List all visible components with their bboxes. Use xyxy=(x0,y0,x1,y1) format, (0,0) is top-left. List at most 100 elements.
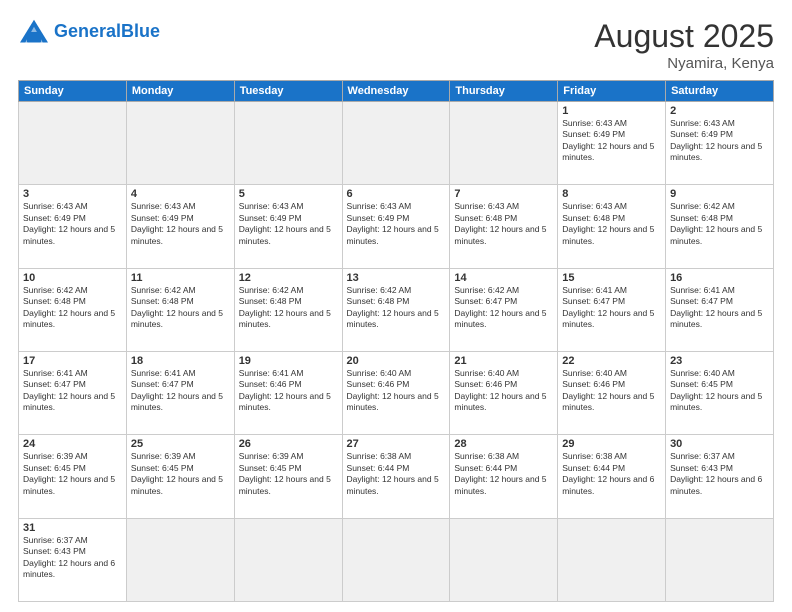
location: Nyamira, Kenya xyxy=(594,55,774,72)
day-number: 9 xyxy=(670,188,769,200)
day-number: 26 xyxy=(239,438,338,450)
day-info: Sunrise: 6:38 AM Sunset: 6:44 PM Dayligh… xyxy=(347,451,446,497)
day-of-week-header: Monday xyxy=(126,81,234,102)
calendar-cell: 29Sunrise: 6:38 AM Sunset: 6:44 PM Dayli… xyxy=(558,435,666,518)
calendar-cell: 30Sunrise: 6:37 AM Sunset: 6:43 PM Dayli… xyxy=(666,435,774,518)
day-number: 18 xyxy=(131,355,230,367)
day-number: 3 xyxy=(23,188,122,200)
calendar-cell: 12Sunrise: 6:42 AM Sunset: 6:48 PM Dayli… xyxy=(234,268,342,351)
day-of-week-header: Saturday xyxy=(666,81,774,102)
day-number: 25 xyxy=(131,438,230,450)
day-of-week-header: Thursday xyxy=(450,81,558,102)
calendar-cell: 31Sunrise: 6:37 AM Sunset: 6:43 PM Dayli… xyxy=(19,518,127,601)
calendar-cell: 4Sunrise: 6:43 AM Sunset: 6:49 PM Daylig… xyxy=(126,185,234,268)
day-info: Sunrise: 6:42 AM Sunset: 6:48 PM Dayligh… xyxy=(347,285,446,331)
day-of-week-header: Friday xyxy=(558,81,666,102)
calendar-cell: 26Sunrise: 6:39 AM Sunset: 6:45 PM Dayli… xyxy=(234,435,342,518)
calendar-cell xyxy=(234,102,342,185)
day-info: Sunrise: 6:40 AM Sunset: 6:46 PM Dayligh… xyxy=(454,368,553,414)
day-number: 13 xyxy=(347,272,446,284)
calendar-cell xyxy=(126,102,234,185)
calendar-cell: 28Sunrise: 6:38 AM Sunset: 6:44 PM Dayli… xyxy=(450,435,558,518)
calendar-cell xyxy=(234,518,342,601)
calendar-cell: 18Sunrise: 6:41 AM Sunset: 6:47 PM Dayli… xyxy=(126,351,234,434)
calendar-cell: 19Sunrise: 6:41 AM Sunset: 6:46 PM Dayli… xyxy=(234,351,342,434)
day-info: Sunrise: 6:42 AM Sunset: 6:48 PM Dayligh… xyxy=(23,285,122,331)
calendar-cell: 14Sunrise: 6:42 AM Sunset: 6:47 PM Dayli… xyxy=(450,268,558,351)
calendar-cell: 15Sunrise: 6:41 AM Sunset: 6:47 PM Dayli… xyxy=(558,268,666,351)
day-number: 4 xyxy=(131,188,230,200)
day-info: Sunrise: 6:38 AM Sunset: 6:44 PM Dayligh… xyxy=(454,451,553,497)
day-info: Sunrise: 6:43 AM Sunset: 6:49 PM Dayligh… xyxy=(23,201,122,247)
day-info: Sunrise: 6:43 AM Sunset: 6:49 PM Dayligh… xyxy=(347,201,446,247)
page: GeneralBlue August 2025 Nyamira, Kenya S… xyxy=(0,0,792,612)
day-info: Sunrise: 6:41 AM Sunset: 6:47 PM Dayligh… xyxy=(670,285,769,331)
calendar-cell: 17Sunrise: 6:41 AM Sunset: 6:47 PM Dayli… xyxy=(19,351,127,434)
calendar-cell xyxy=(126,518,234,601)
calendar-cell xyxy=(666,518,774,601)
day-info: Sunrise: 6:41 AM Sunset: 6:46 PM Dayligh… xyxy=(239,368,338,414)
day-info: Sunrise: 6:38 AM Sunset: 6:44 PM Dayligh… xyxy=(562,451,661,497)
day-info: Sunrise: 6:41 AM Sunset: 6:47 PM Dayligh… xyxy=(131,368,230,414)
day-info: Sunrise: 6:41 AM Sunset: 6:47 PM Dayligh… xyxy=(23,368,122,414)
day-info: Sunrise: 6:42 AM Sunset: 6:47 PM Dayligh… xyxy=(454,285,553,331)
day-info: Sunrise: 6:43 AM Sunset: 6:48 PM Dayligh… xyxy=(562,201,661,247)
calendar-cell: 1Sunrise: 6:43 AM Sunset: 6:49 PM Daylig… xyxy=(558,102,666,185)
day-number: 31 xyxy=(23,522,122,534)
day-number: 6 xyxy=(347,188,446,200)
day-number: 30 xyxy=(670,438,769,450)
calendar-cell: 11Sunrise: 6:42 AM Sunset: 6:48 PM Dayli… xyxy=(126,268,234,351)
day-number: 10 xyxy=(23,272,122,284)
day-info: Sunrise: 6:43 AM Sunset: 6:49 PM Dayligh… xyxy=(239,201,338,247)
day-info: Sunrise: 6:43 AM Sunset: 6:48 PM Dayligh… xyxy=(454,201,553,247)
day-number: 14 xyxy=(454,272,553,284)
day-of-week-header: Tuesday xyxy=(234,81,342,102)
calendar-cell: 16Sunrise: 6:41 AM Sunset: 6:47 PM Dayli… xyxy=(666,268,774,351)
calendar-cell xyxy=(19,102,127,185)
day-number: 17 xyxy=(23,355,122,367)
day-info: Sunrise: 6:43 AM Sunset: 6:49 PM Dayligh… xyxy=(131,201,230,247)
calendar-cell: 25Sunrise: 6:39 AM Sunset: 6:45 PM Dayli… xyxy=(126,435,234,518)
day-number: 7 xyxy=(454,188,553,200)
title-block: August 2025 Nyamira, Kenya xyxy=(594,18,774,72)
calendar-cell xyxy=(342,518,450,601)
calendar-cell xyxy=(342,102,450,185)
header: GeneralBlue August 2025 Nyamira, Kenya xyxy=(18,18,774,72)
day-info: Sunrise: 6:42 AM Sunset: 6:48 PM Dayligh… xyxy=(670,201,769,247)
day-number: 27 xyxy=(347,438,446,450)
calendar-cell xyxy=(450,518,558,601)
day-number: 5 xyxy=(239,188,338,200)
calendar-cell xyxy=(558,518,666,601)
day-number: 29 xyxy=(562,438,661,450)
day-number: 11 xyxy=(131,272,230,284)
day-number: 24 xyxy=(23,438,122,450)
day-number: 20 xyxy=(347,355,446,367)
day-number: 22 xyxy=(562,355,661,367)
day-info: Sunrise: 6:37 AM Sunset: 6:43 PM Dayligh… xyxy=(23,535,122,581)
calendar-cell: 9Sunrise: 6:42 AM Sunset: 6:48 PM Daylig… xyxy=(666,185,774,268)
day-info: Sunrise: 6:40 AM Sunset: 6:45 PM Dayligh… xyxy=(670,368,769,414)
day-number: 16 xyxy=(670,272,769,284)
calendar-cell: 23Sunrise: 6:40 AM Sunset: 6:45 PM Dayli… xyxy=(666,351,774,434)
calendar-cell: 13Sunrise: 6:42 AM Sunset: 6:48 PM Dayli… xyxy=(342,268,450,351)
day-number: 1 xyxy=(562,105,661,117)
calendar-cell: 8Sunrise: 6:43 AM Sunset: 6:48 PM Daylig… xyxy=(558,185,666,268)
calendar-cell: 20Sunrise: 6:40 AM Sunset: 6:46 PM Dayli… xyxy=(342,351,450,434)
day-info: Sunrise: 6:37 AM Sunset: 6:43 PM Dayligh… xyxy=(670,451,769,497)
day-of-week-header: Sunday xyxy=(19,81,127,102)
calendar-cell: 27Sunrise: 6:38 AM Sunset: 6:44 PM Dayli… xyxy=(342,435,450,518)
day-number: 2 xyxy=(670,105,769,117)
calendar-cell: 22Sunrise: 6:40 AM Sunset: 6:46 PM Dayli… xyxy=(558,351,666,434)
day-info: Sunrise: 6:39 AM Sunset: 6:45 PM Dayligh… xyxy=(23,451,122,497)
day-number: 15 xyxy=(562,272,661,284)
calendar-cell: 7Sunrise: 6:43 AM Sunset: 6:48 PM Daylig… xyxy=(450,185,558,268)
calendar-cell: 10Sunrise: 6:42 AM Sunset: 6:48 PM Dayli… xyxy=(19,268,127,351)
day-info: Sunrise: 6:43 AM Sunset: 6:49 PM Dayligh… xyxy=(562,118,661,164)
calendar-cell xyxy=(450,102,558,185)
month-title: August 2025 xyxy=(594,18,774,55)
day-number: 21 xyxy=(454,355,553,367)
calendar-cell: 2Sunrise: 6:43 AM Sunset: 6:49 PM Daylig… xyxy=(666,102,774,185)
day-number: 19 xyxy=(239,355,338,367)
day-number: 28 xyxy=(454,438,553,450)
calendar-cell: 24Sunrise: 6:39 AM Sunset: 6:45 PM Dayli… xyxy=(19,435,127,518)
